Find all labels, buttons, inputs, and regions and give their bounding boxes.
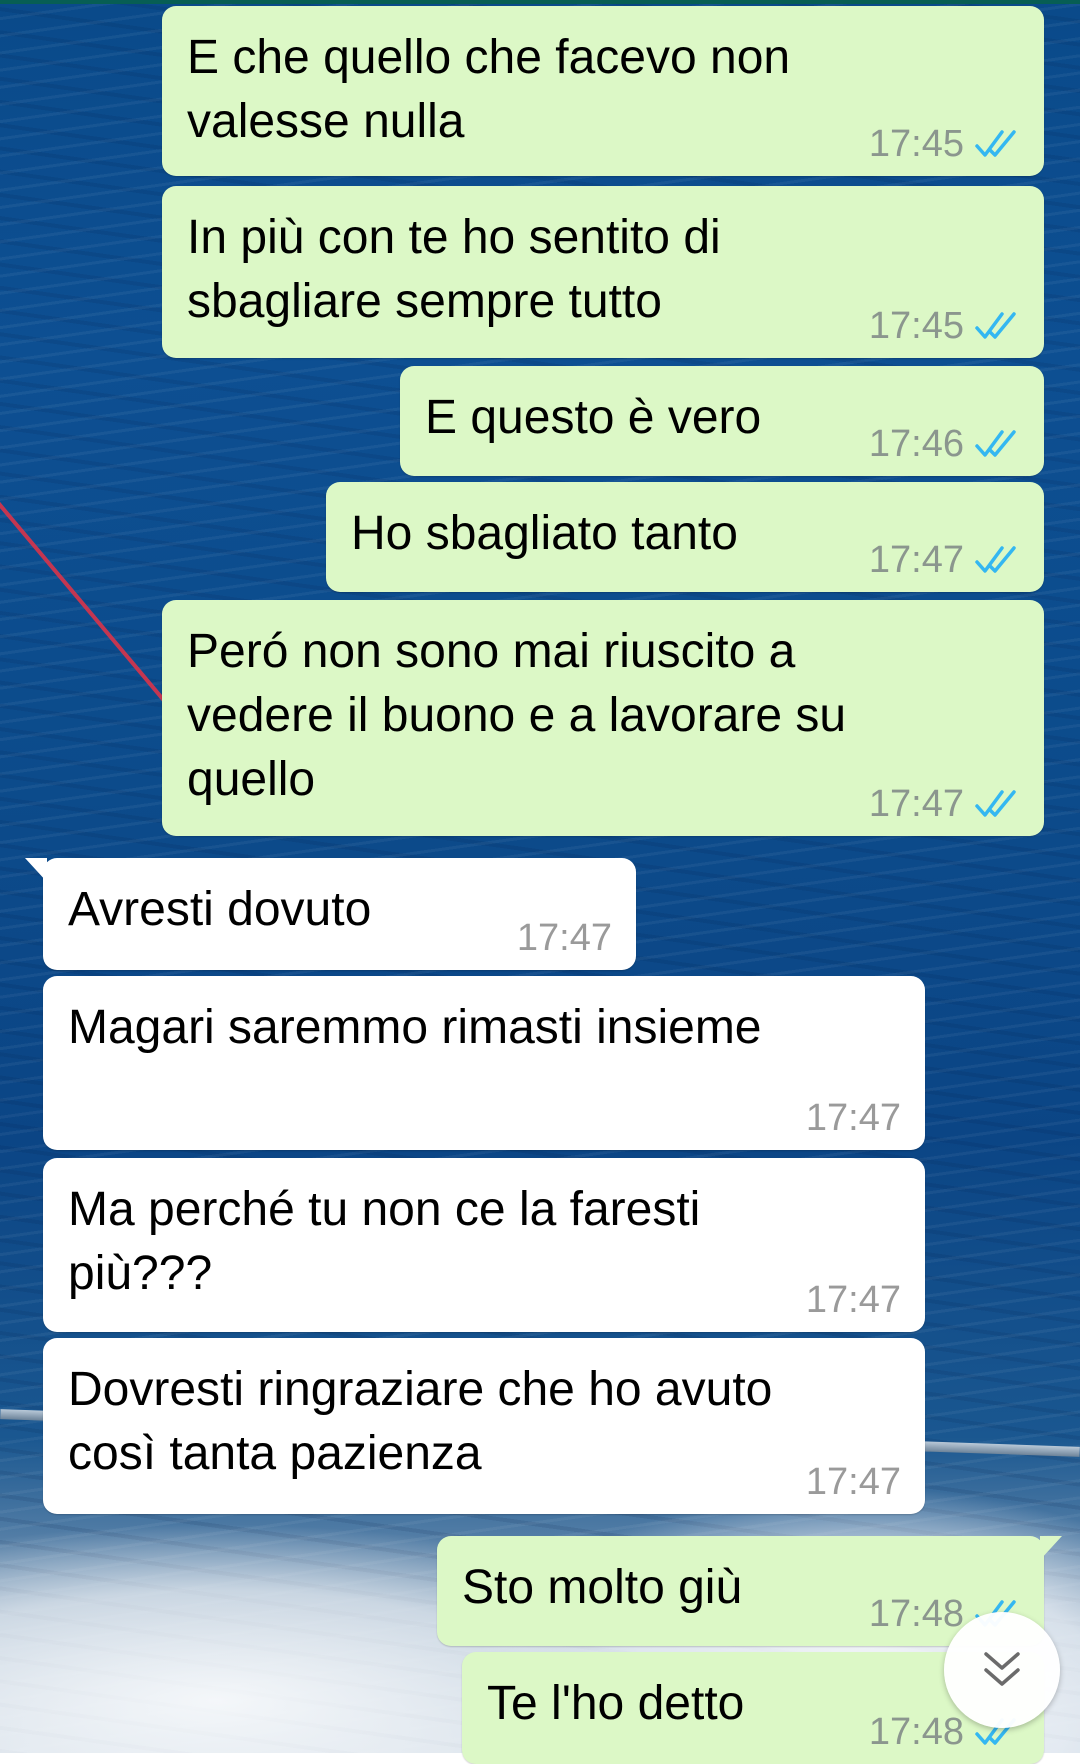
app-header-edge [0, 0, 1080, 4]
message-time: 17:47 [516, 917, 612, 959]
message-meta: 17:47 [517, 916, 612, 960]
message-meta: 17:47 [806, 1460, 901, 1504]
message-outgoing[interactable]: Sto molto giù 17:48 [437, 1536, 1062, 1646]
message-outgoing[interactable]: Peró non sono mai riuscito a vedere il b… [162, 600, 1044, 836]
message-outgoing[interactable]: In più con te ho sentito di sbagliare se… [162, 186, 1044, 358]
message-incoming[interactable]: Dovresti ringraziare che ho avuto così t… [43, 1338, 925, 1514]
message-incoming[interactable]: Ma perché tu non ce la faresti più??? 17… [43, 1158, 925, 1332]
message-time: 17:47 [868, 783, 964, 825]
message-outgoing[interactable]: E questo è vero 17:46 [400, 366, 1044, 476]
chevron-double-down-icon [984, 1652, 1020, 1686]
message-text: Dovresti ringraziare che ho avuto così t… [68, 1363, 773, 1480]
bubble-tail [25, 858, 47, 882]
message-outgoing[interactable]: Ho sbagliato tanto 17:47 [326, 482, 1044, 592]
message-time: 17:47 [805, 1279, 901, 1321]
message-meta: 17:45 [869, 122, 1020, 166]
double-check-icon [975, 546, 1016, 573]
bubble-tail [1040, 1536, 1062, 1560]
message-incoming[interactable]: Magari saremmo rimasti insieme 17:47 [43, 976, 925, 1150]
message-meta: 17:47 [869, 782, 1020, 826]
message-time: 17:45 [868, 123, 964, 165]
message-time: 17:48 [868, 1711, 964, 1753]
double-check-icon [975, 790, 1016, 817]
message-time: 17:48 [868, 1593, 964, 1635]
message-meta: 17:46 [869, 422, 1020, 466]
message-time: 17:47 [805, 1097, 901, 1139]
double-check-icon [975, 312, 1016, 339]
message-time: 17:46 [868, 423, 964, 465]
message-incoming[interactable]: Avresti dovuto 17:47 [25, 858, 636, 970]
message-meta: 17:47 [869, 538, 1020, 582]
message-time: 17:45 [868, 305, 964, 347]
message-time: 17:47 [868, 539, 964, 581]
double-check-icon [975, 430, 1016, 457]
double-check-icon [975, 130, 1016, 157]
scroll-to-bottom-button[interactable] [944, 1612, 1060, 1728]
message-meta: 17:47 [806, 1278, 901, 1322]
message-text: Magari saremmo rimasti insieme [68, 1001, 762, 1054]
message-outgoing[interactable]: E che quello che facevo non valesse null… [162, 6, 1044, 176]
message-meta: 17:47 [806, 1096, 901, 1140]
message-time: 17:47 [805, 1461, 901, 1503]
message-meta: 17:45 [869, 304, 1020, 348]
message-text: Ma perché tu non ce la faresti più??? [68, 1183, 701, 1300]
